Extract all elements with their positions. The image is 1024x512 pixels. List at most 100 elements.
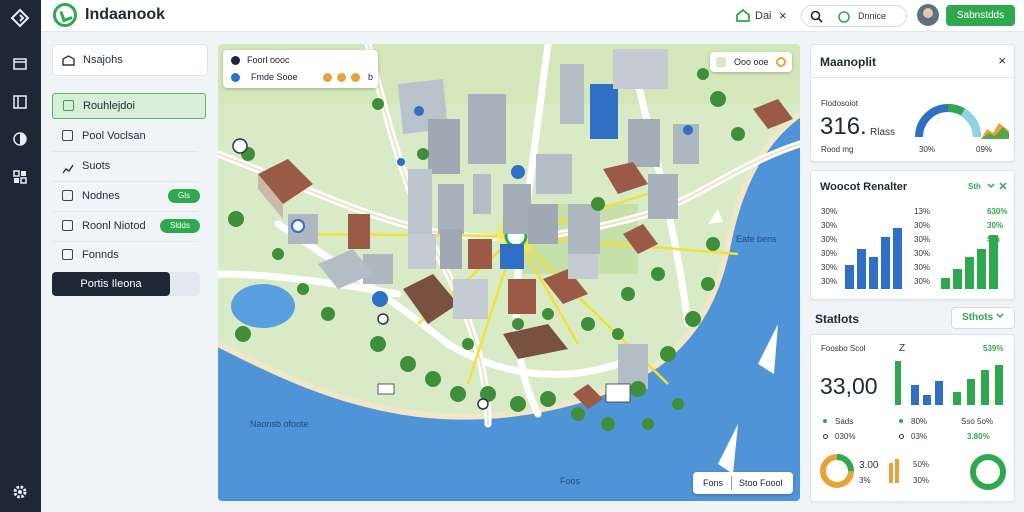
map-card-line1: Foorl oooc — [247, 55, 290, 65]
home-label[interactable]: Dai — [755, 10, 772, 22]
chevron-down-icon[interactable] — [986, 181, 996, 191]
stats-bottom-a: 3.00 — [859, 460, 879, 471]
layer-icon — [716, 57, 726, 67]
sidebar-item-1[interactable]: Pool Voclsan — [52, 124, 198, 148]
stats-bottom-c: 50% — [913, 460, 930, 469]
list-icon — [62, 190, 73, 201]
sidebar-item-label: Suots — [82, 160, 111, 172]
app-logo-icon — [53, 3, 77, 27]
stats-row-a: 030% — [835, 432, 856, 441]
chart-bar — [989, 235, 998, 289]
close-icon[interactable]: × — [998, 53, 1006, 68]
bullet-icon — [899, 434, 904, 439]
map-bottom-bar[interactable]: Fons Stoo Foool — [693, 472, 793, 494]
green-mini-chart — [953, 361, 1009, 405]
primary-action-button[interactable]: Sabnstdds — [946, 5, 1015, 26]
map-legend-card[interactable]: Ooo ooe — [710, 52, 792, 72]
sidebar-item-0[interactable]: Rouhlejdoi — [52, 93, 206, 119]
stats-row-a: Sads — [835, 417, 854, 426]
sidebar-item-label: Nodnes — [82, 190, 120, 202]
sidebar-primary-button[interactable]: Portis Ileona — [52, 272, 170, 296]
ring-chart — [970, 454, 1006, 490]
green-bar-chart — [941, 217, 1005, 289]
bullet-icon — [823, 434, 828, 439]
chart-bar — [981, 369, 989, 405]
map-card-end: b — [368, 72, 374, 82]
city-map[interactable]: Foorl oooc Fmde Sooe b Ooo ooe Naonsb of… — [218, 44, 800, 501]
check-icon — [63, 100, 74, 111]
map-bottom-left[interactable]: Fons — [703, 478, 723, 488]
sidebar-item-3[interactable]: Nodnes Gls — [52, 184, 200, 208]
water-label-right: Eafe beris — [736, 234, 777, 244]
green-spark-bar — [895, 361, 905, 405]
count-badge: Gls — [168, 189, 200, 203]
stats-label: Foosbo Scol — [821, 344, 866, 353]
chart-bar — [857, 249, 866, 289]
sidebar-item-2[interactable]: Suots — [52, 154, 198, 178]
sidebar-item-label: Pool Voclsan — [82, 130, 146, 142]
stats-bottom-b: 3% — [859, 476, 871, 485]
avatar[interactable] — [917, 4, 939, 26]
stats-bottom-d: 30% — [913, 476, 930, 485]
diamond-icon[interactable] — [10, 8, 30, 28]
stats-value: 33,00 — [820, 373, 878, 399]
chart-bar — [869, 256, 878, 289]
divider — [731, 476, 732, 490]
close-icon[interactable] — [998, 181, 1008, 191]
status-dot — [323, 73, 332, 82]
sidebar-item-5[interactable]: Fonnds — [52, 243, 198, 267]
search-icon — [810, 10, 823, 23]
search-input[interactable]: Dnnice — [801, 5, 907, 27]
stats-row-b: 80% — [911, 417, 928, 426]
mini-area-chart — [981, 123, 1009, 139]
close-icon[interactable]: × — [779, 8, 787, 23]
contrast-icon[interactable] — [10, 131, 30, 151]
divider — [52, 151, 198, 152]
stats-filter-select[interactable]: Sthots — [951, 307, 1015, 329]
bullet-icon — [823, 419, 827, 423]
bar-label: 30% — [914, 221, 931, 230]
sidebar-header[interactable]: Nsajohs — [52, 44, 208, 76]
status-dot-icon — [231, 56, 240, 65]
gear-icon[interactable] — [10, 484, 30, 504]
sidebar-item-4[interactable]: Roonl Niotod Sldds — [52, 214, 200, 238]
bullet-icon — [899, 419, 903, 423]
sidebar-item-label: Roonl Niotod — [82, 220, 146, 232]
chart-bar — [941, 278, 950, 289]
document-icon — [62, 130, 73, 141]
water-label-bottom: Foos — [560, 476, 581, 486]
divider — [52, 181, 198, 182]
bars-card-pill[interactable]: Sth — [968, 182, 981, 191]
water-label-left: Naonsb ofoote — [250, 419, 309, 429]
stats-pct-top: 539% — [983, 344, 1004, 353]
bar-label: 30% — [821, 207, 838, 216]
map-bottom-right[interactable]: Stoo Foool — [739, 478, 783, 488]
app-title: Indaanook — [85, 6, 166, 23]
file-icon — [62, 249, 73, 260]
metric-p1: 30% — [919, 145, 936, 154]
bar-label: 13% — [914, 207, 931, 216]
map-canvas[interactable] — [218, 44, 800, 501]
blue-bar-chart — [845, 217, 909, 289]
chart-bar — [965, 256, 974, 289]
status-dot — [337, 73, 346, 82]
chart-bar — [953, 391, 961, 405]
bar-label: 30% — [914, 263, 931, 272]
layout-icon[interactable] — [10, 94, 30, 114]
status-dot — [351, 73, 360, 82]
top-bar: Indaanook Dai × Dnnice Sabnstdds — [41, 0, 1024, 32]
metric-value: 316. — [820, 113, 867, 140]
bars-card: Woocot Renalter Sth 30% 30% 30% 30% 30% 30% 1… — [810, 170, 1015, 300]
divider — [811, 77, 1016, 78]
map-card-line2: Fmde Sooe — [251, 72, 298, 82]
donut-chart — [820, 454, 854, 488]
chart-bar — [845, 265, 854, 289]
bar-label: 30% — [821, 235, 838, 244]
divider — [52, 211, 198, 212]
map-info-card[interactable]: Foorl oooc Fmde Sooe b — [223, 50, 378, 88]
home-icon[interactable] — [736, 9, 750, 22]
folder-icon[interactable] — [10, 56, 30, 76]
chart-bar — [953, 268, 962, 289]
grid-icon[interactable] — [10, 169, 30, 189]
metrics-card: Maanoplit × Flodosoiot 316. Rlass Rood m… — [810, 44, 1016, 162]
